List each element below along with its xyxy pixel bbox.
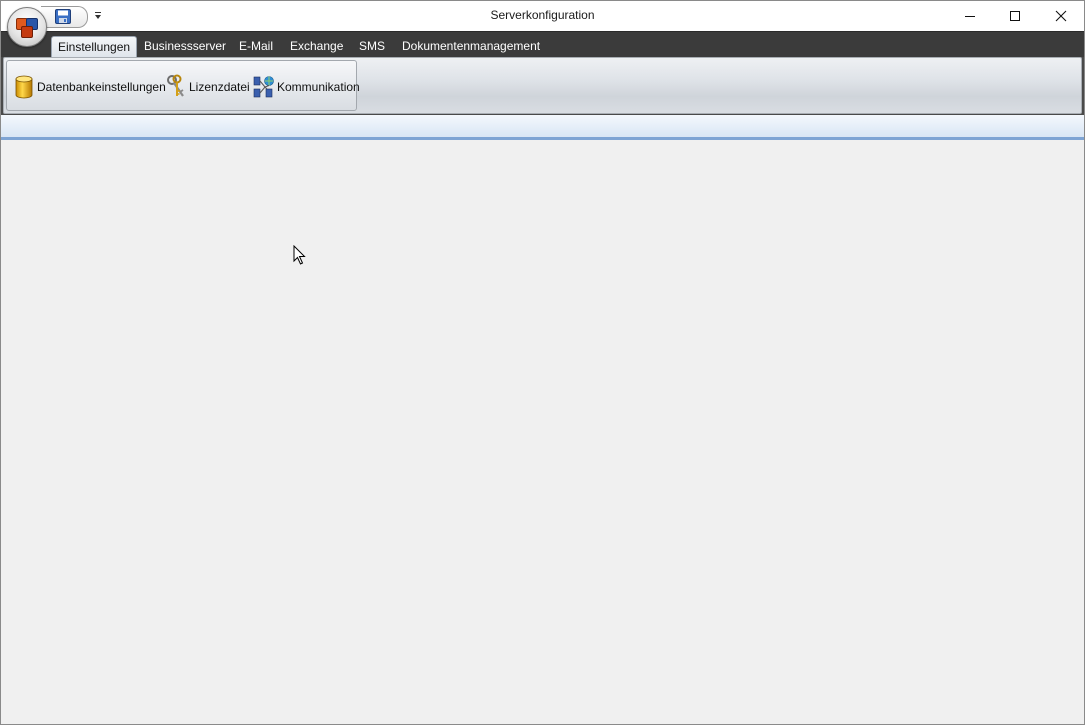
tab-dokumentenmanagement[interactable]: Dokumentenmanagement: [396, 35, 546, 57]
document-header-band: [1, 115, 1084, 140]
datenbankeinstellungen-label: Datenbankeinstellungen: [37, 80, 166, 94]
kommunikation-label: Kommunikation: [277, 80, 360, 94]
datenbankeinstellungen-button[interactable]: Datenbankeinstellungen: [13, 73, 166, 101]
lizenzdatei-label: Lizenzdatei: [189, 80, 250, 94]
ribbon-panel: Datenbankeinstellungen Lizenzdatei Kommu…: [3, 57, 1082, 114]
kommunikation-button[interactable]: Kommunikation: [253, 73, 360, 101]
app-window: Serverkonfiguration Einstellungen Busine…: [0, 0, 1085, 725]
orb-square-red: [21, 26, 33, 38]
tab-businessserver[interactable]: Businessserver: [138, 35, 232, 57]
ribbon-tab-strip: Einstellungen Businessserver E-Mail Exch…: [1, 31, 1084, 59]
tab-sms[interactable]: SMS: [353, 35, 391, 57]
title-bar: Serverkonfiguration: [1, 1, 1084, 31]
tab-einstellungen[interactable]: Einstellungen: [51, 36, 138, 59]
ribbon: Datenbankeinstellungen Lizenzdatei Kommu…: [1, 57, 1084, 115]
database-icon: [15, 75, 33, 99]
tab-exchange[interactable]: Exchange: [284, 35, 349, 57]
maximize-icon: [1010, 11, 1020, 21]
network-icon: [253, 76, 274, 98]
close-button[interactable]: [1038, 1, 1084, 31]
close-icon: [1055, 10, 1067, 22]
ribbon-group-settings: Datenbankeinstellungen Lizenzdatei Kommu…: [6, 60, 360, 111]
minimize-icon: [965, 16, 975, 17]
maximize-button[interactable]: [992, 1, 1038, 31]
minimize-button[interactable]: [947, 1, 993, 31]
mouse-cursor-icon: [293, 245, 306, 265]
app-orb-icon[interactable]: [7, 7, 47, 47]
keys-icon: [167, 74, 184, 97]
tab-email[interactable]: E-Mail: [233, 35, 279, 57]
lizenzdatei-button[interactable]: Lizenzdatei: [165, 73, 250, 101]
window-title: Serverkonfiguration: [490, 8, 595, 22]
main-content-area: [1, 140, 1084, 724]
